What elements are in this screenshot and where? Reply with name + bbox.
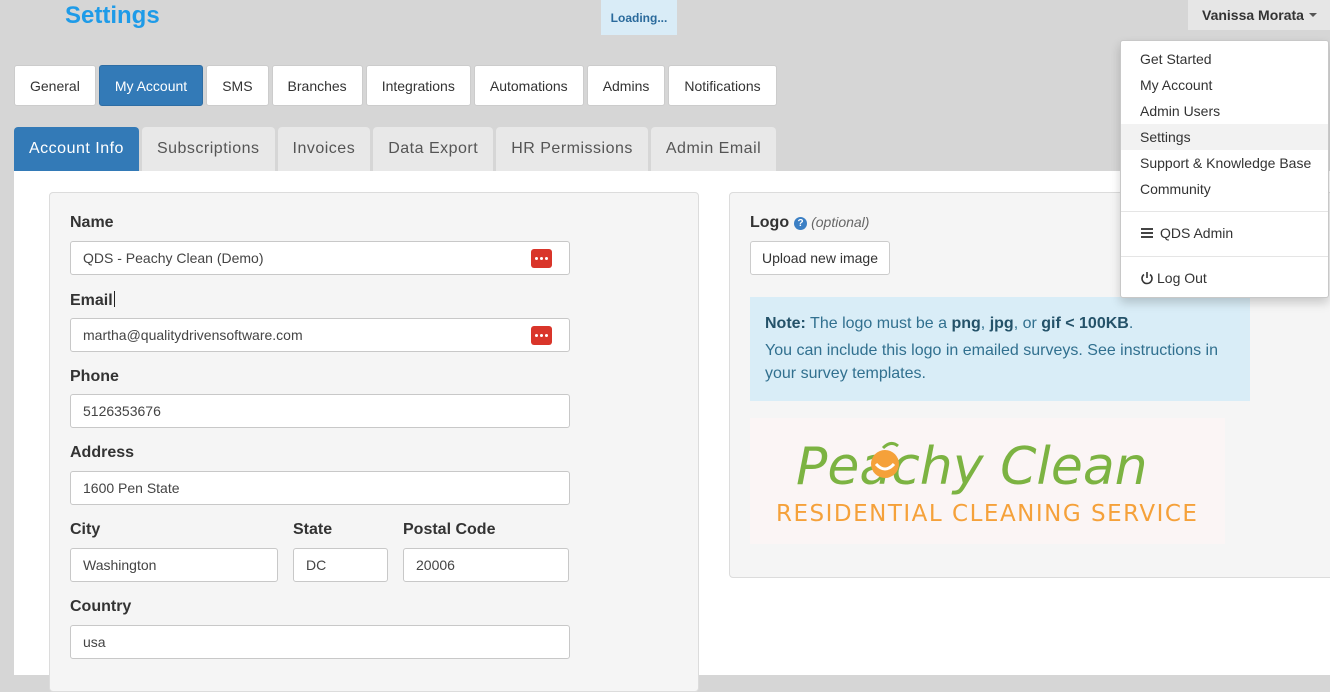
city-label: City [70, 521, 101, 538]
name-value: QDS - Peachy Clean (Demo) [83, 250, 264, 266]
main-tabs: General My Account SMS Branches Integrat… [14, 65, 780, 106]
tab-notifications[interactable]: Notifications [668, 65, 777, 106]
page-title: Settings [65, 2, 160, 29]
email-value: martha@qualitydrivensoftware.com [83, 327, 303, 343]
optional-hint: (optional) [811, 214, 870, 230]
tab-branches[interactable]: Branches [271, 65, 363, 106]
address-value: 1600 Pen State [83, 480, 180, 496]
state-label: State [293, 521, 333, 538]
tab-integrations[interactable]: Integrations [365, 65, 471, 106]
city-field[interactable]: Washington [70, 548, 278, 582]
subtab-account-info[interactable]: Account Info [14, 127, 139, 171]
user-menu-toggle[interactable]: Vanissa Morata [1188, 0, 1330, 30]
menu-item-settings[interactable]: Settings [1121, 124, 1328, 150]
peachy-clean-logo: Peachy Clean RESIDENTIAL CLEANING SERVIC… [776, 437, 1198, 527]
subtab-hr-permissions[interactable]: HR Permissions [496, 127, 648, 171]
note-label: Note: [765, 315, 806, 332]
user-name: Vanissa Morata [1202, 7, 1304, 23]
phone-field[interactable]: 5126353676 [70, 394, 570, 428]
menu-item-log-out-label: Log Out [1157, 270, 1207, 286]
country-label: Country [70, 598, 132, 615]
menu-item-log-out[interactable]: Log Out [1121, 265, 1328, 291]
password-manager-icon[interactable] [531, 326, 552, 345]
tab-sms[interactable]: SMS [206, 65, 269, 106]
city-value: Washington [83, 557, 157, 573]
subtab-data-export[interactable]: Data Export [373, 127, 494, 171]
menu-item-community[interactable]: Community [1121, 176, 1328, 202]
menu-item-support[interactable]: Support & Knowledge Base [1121, 150, 1328, 176]
menu-item-qds-admin-label: QDS Admin [1160, 225, 1234, 241]
logo-label: Logo [750, 214, 790, 231]
caret-down-icon [1308, 13, 1317, 17]
menu-item-qds-admin[interactable]: QDS Admin [1121, 220, 1328, 246]
menu-item-my-account[interactable]: My Account [1121, 72, 1328, 98]
email-label: Email [70, 291, 115, 309]
postal-code-value: 20006 [416, 557, 455, 573]
postal-code-field[interactable]: 20006 [403, 548, 569, 582]
upload-image-button[interactable]: Upload new image [750, 241, 890, 275]
peach-icon [871, 450, 899, 478]
tab-admins[interactable]: Admins [586, 65, 666, 106]
email-field[interactable]: martha@qualitydrivensoftware.com [70, 318, 570, 352]
country-field[interactable]: usa [70, 625, 570, 659]
address-label: Address [70, 444, 135, 461]
menu-divider [1121, 211, 1328, 212]
state-field[interactable]: DC [293, 548, 388, 582]
logo-label-row: Logo? (optional) [750, 214, 869, 232]
power-icon [1140, 271, 1154, 285]
tab-general[interactable]: General [14, 65, 96, 106]
sub-tabs: Account Info Subscriptions Invoices Data… [14, 127, 779, 171]
brand-line-2: RESIDENTIAL CLEANING SERVICE [776, 501, 1198, 527]
user-dropdown-menu: Get Started My Account Admin Users Setti… [1120, 40, 1329, 298]
help-icon[interactable]: ? [794, 217, 808, 230]
phone-value: 5126353676 [83, 403, 161, 419]
country-value: usa [83, 634, 106, 650]
name-label: Name [70, 214, 114, 231]
menu-divider [1121, 256, 1328, 257]
list-icon [1140, 227, 1154, 239]
postal-code-label: Postal Code [403, 521, 496, 538]
subtab-subscriptions[interactable]: Subscriptions [141, 127, 275, 171]
brand-line-1: Peachy Clean [796, 437, 1148, 497]
subtab-invoices[interactable]: Invoices [277, 127, 371, 171]
name-field[interactable]: QDS - Peachy Clean (Demo) [70, 241, 570, 275]
password-manager-icon[interactable] [531, 249, 552, 268]
logo-note: Note: The logo must be a png, jpg, or gi… [750, 297, 1250, 401]
loading-indicator: Loading... [601, 0, 677, 35]
tab-automations[interactable]: Automations [473, 65, 584, 106]
note-line-2: You can include this logo in emailed sur… [765, 342, 1218, 382]
text-cursor [113, 291, 115, 307]
note-line-1: Note: The logo must be a png, jpg, or gi… [765, 315, 1134, 332]
subtab-admin-email[interactable]: Admin Email [650, 127, 777, 171]
phone-label: Phone [70, 368, 119, 385]
menu-item-get-started[interactable]: Get Started [1121, 46, 1328, 72]
menu-item-admin-users[interactable]: Admin Users [1121, 98, 1328, 124]
logo-preview: Peachy Clean RESIDENTIAL CLEANING SERVIC… [750, 418, 1225, 544]
state-value: DC [306, 557, 327, 573]
address-field[interactable]: 1600 Pen State [70, 471, 570, 505]
tab-my-account[interactable]: My Account [98, 65, 204, 106]
